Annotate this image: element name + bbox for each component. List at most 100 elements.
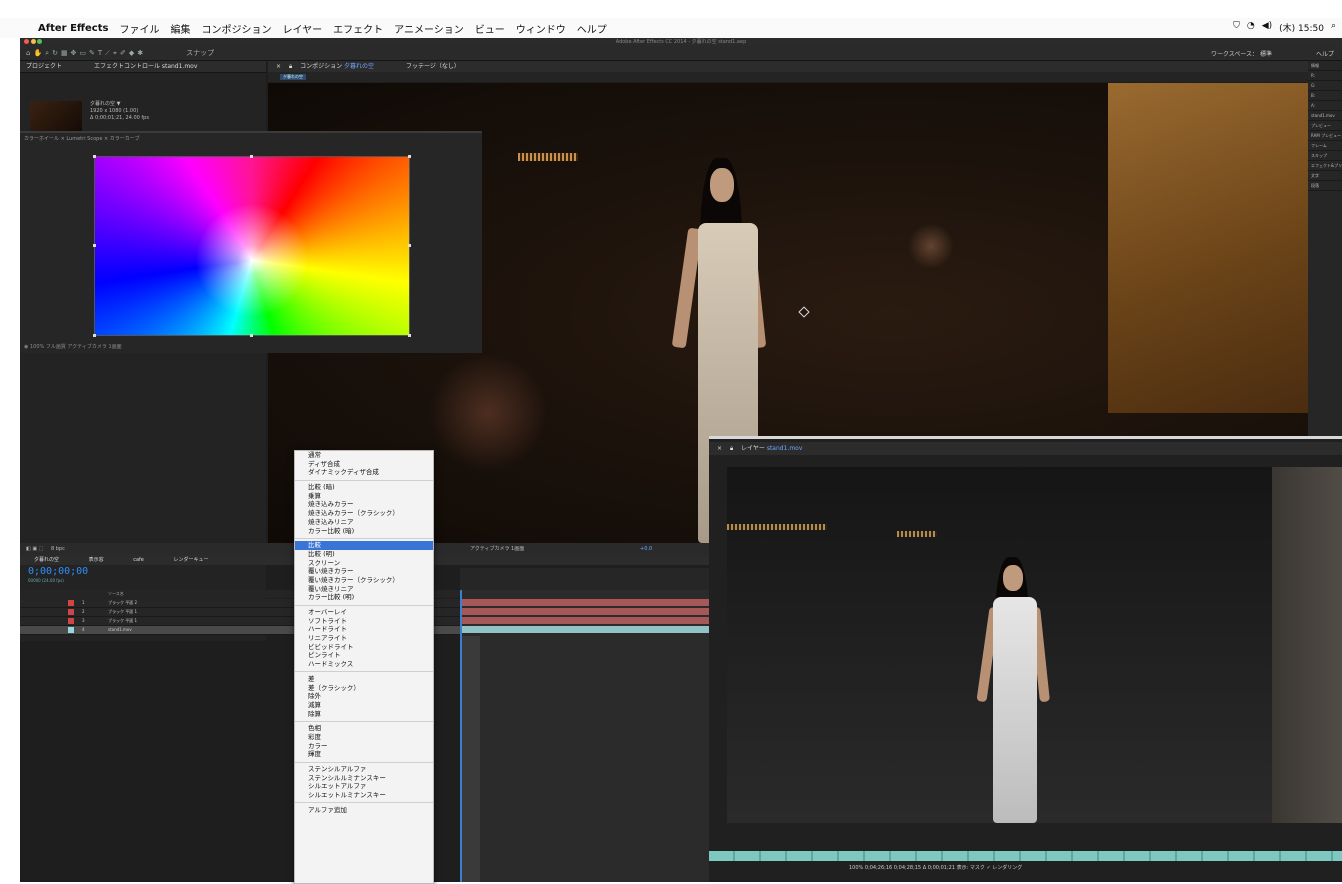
effects-presets-title[interactable]: エフェクト&プリセット [1308, 161, 1342, 171]
menu-effect[interactable]: エフェクト [333, 21, 383, 36]
tab-layer[interactable]: レイヤー stand1.mov [741, 445, 802, 452]
tool-icons[interactable]: ⌂✋⌕↻▦✥▭✎T⟋⌖✐◆✱ [26, 49, 146, 58]
blend-mode-item[interactable]: 比較 (暗) [295, 483, 433, 492]
blend-mode-item[interactable]: カラー比較 (暗) [295, 527, 433, 536]
blend-mode-item[interactable]: 輝度 [295, 750, 433, 759]
tab-timeline-1[interactable]: 夕暮れの空 [34, 557, 59, 563]
wifi-icon[interactable]: ◔ [1247, 21, 1255, 34]
layer-color-swatch[interactable] [68, 609, 74, 615]
bit-depth[interactable]: 8 bpc [51, 546, 65, 552]
wheel-footer[interactable]: ◉ 100% フル画質 アクティブカメラ 1画面 [20, 343, 486, 352]
blend-mode-item[interactable]: ステンシルアルファ [295, 765, 433, 774]
tab-render-queue[interactable]: レンダーキュー [173, 557, 208, 563]
lock-icon[interactable]: 🔒︎ [730, 445, 733, 452]
edge-handle[interactable] [250, 155, 253, 158]
blend-mode-item[interactable]: 差 [295, 675, 433, 684]
blend-mode-item[interactable]: カラー [295, 742, 433, 751]
menu-file[interactable]: ファイル [119, 21, 159, 36]
edge-handle[interactable] [93, 244, 96, 247]
menu-edit[interactable]: 編集 [170, 21, 190, 36]
tab-timeline-2[interactable]: 表示窓 [89, 557, 104, 563]
layer-color-swatch[interactable] [68, 618, 74, 624]
lock-icon[interactable]: 🔒︎ [289, 63, 292, 70]
corner-handle[interactable] [408, 334, 411, 337]
corner-handle[interactable] [93, 155, 96, 158]
current-timecode[interactable]: 0;00;00;00 [28, 566, 88, 577]
project-item-name[interactable]: 夕暮れの空 ▼ [90, 101, 149, 108]
blend-mode-item[interactable]: 覆い焼きリニア [295, 585, 433, 594]
layer-bar[interactable] [462, 617, 709, 624]
blend-mode-item[interactable]: シルエットアルファ [295, 782, 433, 791]
character-panel-title[interactable]: 文字 [1308, 171, 1342, 181]
layer-time-ruler[interactable] [709, 851, 1342, 861]
blend-mode-item[interactable]: 除外 [295, 692, 433, 701]
wheel-tabs[interactable]: カラーホイール × Lumetri Scope × カラーカーブ [20, 135, 486, 143]
clock[interactable]: (木) 15:50 [1279, 21, 1324, 34]
zoom-icon[interactable] [37, 39, 43, 44]
tab-timeline-3[interactable]: cafe [133, 557, 144, 563]
blend-mode-item[interactable]: ステンシルルミナンスキー [295, 774, 433, 783]
info-panel-title[interactable]: 情報 [1308, 61, 1342, 71]
color-wheel[interactable] [93, 155, 411, 337]
minimize-icon[interactable] [30, 39, 36, 44]
blend-mode-item[interactable]: 彩度 [295, 733, 433, 742]
layer-name[interactable]: stand1.mov [108, 626, 132, 634]
snap-label[interactable]: スナップ [186, 48, 214, 58]
layer-color-swatch[interactable] [68, 600, 74, 606]
frame-rate[interactable]: フレーム [1308, 141, 1342, 151]
tab-composition[interactable]: コンポジション 夕暮れの空 [300, 63, 374, 70]
close-icon[interactable]: × [276, 63, 281, 70]
blend-mode-item[interactable]: カラー比較 (明) [295, 593, 433, 602]
paragraph-panel-title[interactable]: 段落 [1308, 181, 1342, 191]
close-icon[interactable] [24, 39, 29, 44]
column-source-name[interactable]: ソース名 [108, 591, 124, 596]
blend-mode-item[interactable]: 色相 [295, 724, 433, 733]
menu-window[interactable]: ウィンドウ [516, 21, 566, 36]
tab-project[interactable]: プロジェクト [26, 63, 62, 70]
comp-chip[interactable]: 夕暮れの空 [280, 74, 306, 80]
volume-icon[interactable]: ◀) [1262, 21, 1272, 34]
blend-mode-item[interactable]: リニアライト [295, 634, 433, 643]
blend-mode-item[interactable]: ピンライト [295, 651, 433, 660]
layer-bar[interactable] [462, 608, 709, 615]
workspace-selector[interactable]: ワークスペース： 標準 [1211, 49, 1272, 58]
blend-mode-item[interactable]: ビビッドライト [295, 643, 433, 652]
layer-bar[interactable] [462, 599, 709, 606]
skip[interactable]: スキップ [1308, 151, 1342, 161]
timeline-ruler[interactable] [460, 568, 709, 590]
blend-mode-item[interactable]: 覆い焼きカラー [295, 567, 433, 576]
blend-mode-item[interactable]: ダイナミックディザ合成 [295, 468, 433, 477]
blend-mode-item[interactable]: 覆い焼きカラー（クラシック） [295, 576, 433, 585]
blend-mode-item[interactable]: 差（クラシック） [295, 684, 433, 693]
blend-mode-item[interactable]: 減算 [295, 701, 433, 710]
blend-mode-item[interactable]: ハードライト [295, 625, 433, 634]
blend-mode-item[interactable]: 除算 [295, 710, 433, 719]
menu-help[interactable]: ヘルプ [577, 21, 607, 36]
menu-composition[interactable]: コンポジション [201, 21, 271, 36]
layer-name[interactable]: ブラック 平面 1 [108, 617, 137, 625]
blend-mode-item[interactable]: スクリーン [295, 559, 433, 568]
preview-panel-title[interactable]: プレビュー [1308, 121, 1342, 131]
layer-name[interactable]: ブラック 平面 1 [108, 608, 137, 616]
blend-mode-item[interactable]: 焼き込みカラー（クラシック） [295, 509, 433, 518]
layer-bar[interactable] [462, 626, 709, 633]
view-controls[interactable]: アクティブカメラ 1画面 [470, 543, 524, 555]
corner-handle[interactable] [408, 155, 411, 158]
corner-handle[interactable] [93, 334, 96, 337]
shield-icon[interactable]: ⛉ [1233, 21, 1240, 34]
blend-mode-item[interactable]: シルエットルミナンスキー [295, 791, 433, 800]
layer-color-swatch[interactable] [68, 627, 74, 633]
edge-handle[interactable] [250, 334, 253, 337]
blend-mode-item[interactable]: 比較 (明) [295, 550, 433, 559]
ram-preview[interactable]: RAM プレビュー [1308, 131, 1342, 141]
tab-effect-controls[interactable]: エフェクトコントロール stand1.mov [94, 63, 197, 70]
menu-layer[interactable]: レイヤー [282, 21, 322, 36]
blend-mode-item[interactable]: 焼き込みリニア [295, 518, 433, 527]
search-icon[interactable]: ⌕ [1331, 21, 1336, 34]
exposure[interactable]: +0.0 [640, 543, 652, 555]
blend-mode-item[interactable]: アルファ追加 [295, 806, 433, 815]
blend-mode-item[interactable]: 比較 [295, 541, 433, 550]
menu-animation[interactable]: アニメーション [394, 21, 464, 36]
menu-view[interactable]: ビュー [475, 21, 505, 36]
timeline-track-area[interactable] [460, 568, 709, 882]
